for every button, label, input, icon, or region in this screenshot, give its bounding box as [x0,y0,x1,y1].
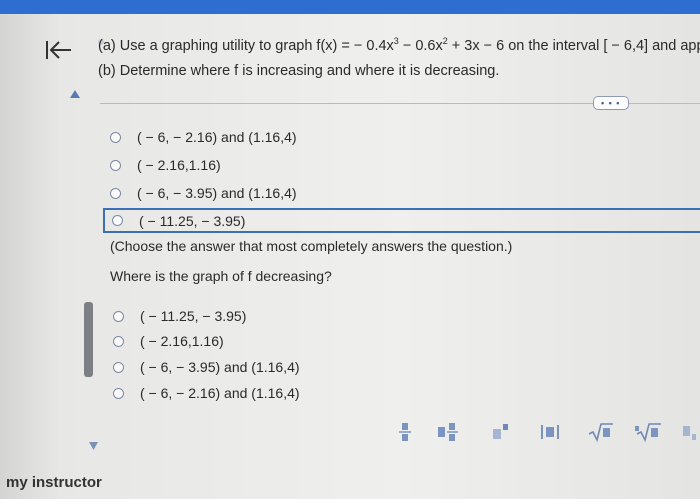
decreasing-option-2[interactable]: ( − 2.16,1.16) [113,329,224,353]
radio-button[interactable] [113,335,124,347]
radio-button[interactable] [110,131,121,143]
decreasing-option-4[interactable]: ( − 6, − 2.16) and (1.16,4) [113,381,300,405]
radio-button[interactable] [113,361,124,373]
radio-button[interactable] [112,215,123,226]
footer-my-instructor[interactable]: my instructor [6,474,102,491]
increasing-option-1[interactable]: ( − 6, − 2.16) and (1.16,4) [110,125,297,149]
increasing-option-2[interactable]: ( − 2.16,1.16) [110,153,221,177]
more-button[interactable]: • • • [593,96,629,110]
nth-root-icon[interactable] [633,418,663,446]
decreasing-option-1[interactable]: ( − 11.25, − 3.95) [113,304,246,328]
fraction-icon[interactable] [393,418,417,446]
mixed-number-icon[interactable] [436,418,462,446]
radio-button[interactable] [113,387,124,399]
exponent-icon[interactable] [488,418,514,446]
radio-button[interactable] [110,187,121,199]
increasing-option-4[interactable]: ( − 11.25, − 3.95) [103,208,700,233]
increasing-option-3[interactable]: ( − 6, − 3.95) and (1.16,4) [110,181,297,205]
radio-button[interactable] [113,310,124,322]
top-bar [0,0,700,14]
absolute-value-icon[interactable] [536,418,564,446]
decreasing-option-3[interactable]: ( − 6, − 3.95) and (1.16,4) [113,355,300,379]
scroll-down-icon[interactable] [89,442,98,450]
left-margin [0,14,96,499]
subscript-icon[interactable] [678,418,700,446]
question-part-b: (b) Determine where f is increasing and … [98,63,500,79]
decreasing-question: Where is the graph of f decreasing? [110,268,332,284]
question-part-a: (a) Use a graphing utility to graph f(x)… [98,36,700,54]
math-toolbar [388,418,700,448]
scroll-up-icon[interactable] [70,90,80,98]
radio-button[interactable] [110,159,121,171]
instruction-note: (Choose the answer that most completely … [110,238,513,254]
scrollbar-thumb[interactable] [84,302,93,377]
square-root-icon[interactable] [586,418,616,446]
